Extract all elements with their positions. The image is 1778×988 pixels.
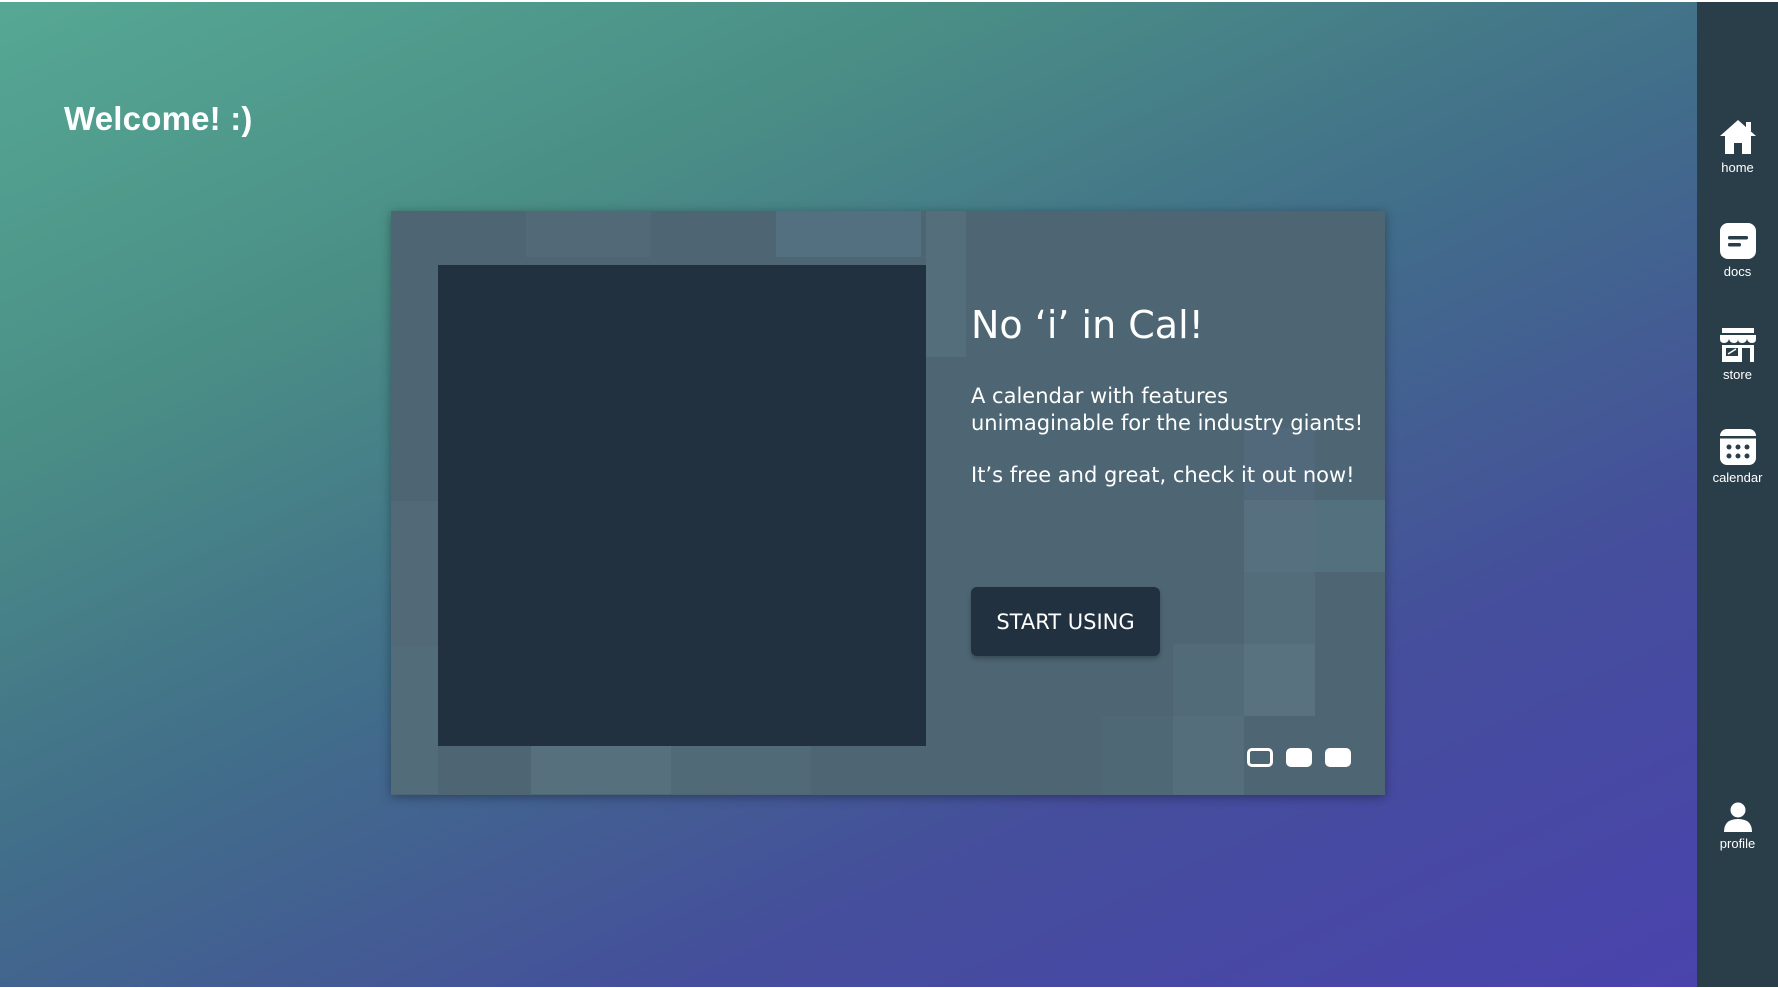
carousel-dot-3[interactable]	[1325, 748, 1351, 767]
sidebar-item-store[interactable]: store	[1697, 327, 1778, 382]
decor-tile	[1102, 716, 1173, 795]
decor-tile	[1244, 644, 1315, 716]
sidebar-item-label: home	[1721, 160, 1754, 175]
docs-icon	[1719, 223, 1756, 259]
sidebar: home docs store calendar profile	[1697, 2, 1778, 987]
decor-tile	[1244, 500, 1315, 572]
decor-tile	[1244, 572, 1315, 644]
start-using-button[interactable]: START USING	[971, 587, 1160, 656]
decor-tile	[671, 746, 811, 794]
sidebar-item-label: docs	[1723, 264, 1752, 279]
sidebar-item-profile[interactable]: profile	[1697, 802, 1778, 851]
sidebar-item-calendar[interactable]: calendar	[1697, 428, 1778, 485]
sidebar-item-home[interactable]: home	[1697, 118, 1778, 175]
hero-title: No ‘i’ in Cal!	[971, 303, 1204, 347]
sidebar-item-label: store	[1723, 367, 1752, 382]
decor-tile	[926, 211, 966, 357]
sidebar-item-docs[interactable]: docs	[1697, 222, 1778, 279]
decor-tile	[531, 746, 671, 794]
sidebar-item-label: profile	[1719, 836, 1756, 851]
sidebar-item-label: calendar	[1712, 470, 1763, 485]
carousel-dot-1[interactable]	[1247, 748, 1273, 767]
welcome-heading: Welcome! :)	[64, 100, 253, 137]
carousel-dot-2[interactable]	[1286, 748, 1312, 767]
store-icon	[1719, 328, 1756, 362]
calendar-icon	[1719, 429, 1756, 465]
decor-tile	[1173, 716, 1244, 795]
hero-image-placeholder	[438, 265, 926, 746]
hero-description: A calendar with features unimaginable fo…	[971, 384, 1364, 435]
hero-card: No ‘i’ in Cal! A calendar with features …	[391, 211, 1385, 795]
hero-tagline: It’s free and great, check it out now!	[971, 463, 1355, 487]
profile-icon	[1723, 802, 1752, 832]
decor-tile	[391, 646, 438, 794]
decor-tile	[526, 211, 651, 257]
home-icon	[1719, 120, 1756, 154]
decor-tile	[1315, 500, 1385, 572]
decor-tile	[391, 501, 438, 646]
carousel-indicators	[1247, 748, 1351, 767]
decor-tile	[1173, 644, 1244, 716]
decor-tile	[776, 211, 921, 257]
app-background: Welcome! :) No ‘i’ in Cal! A calendar wi…	[0, 2, 1778, 987]
